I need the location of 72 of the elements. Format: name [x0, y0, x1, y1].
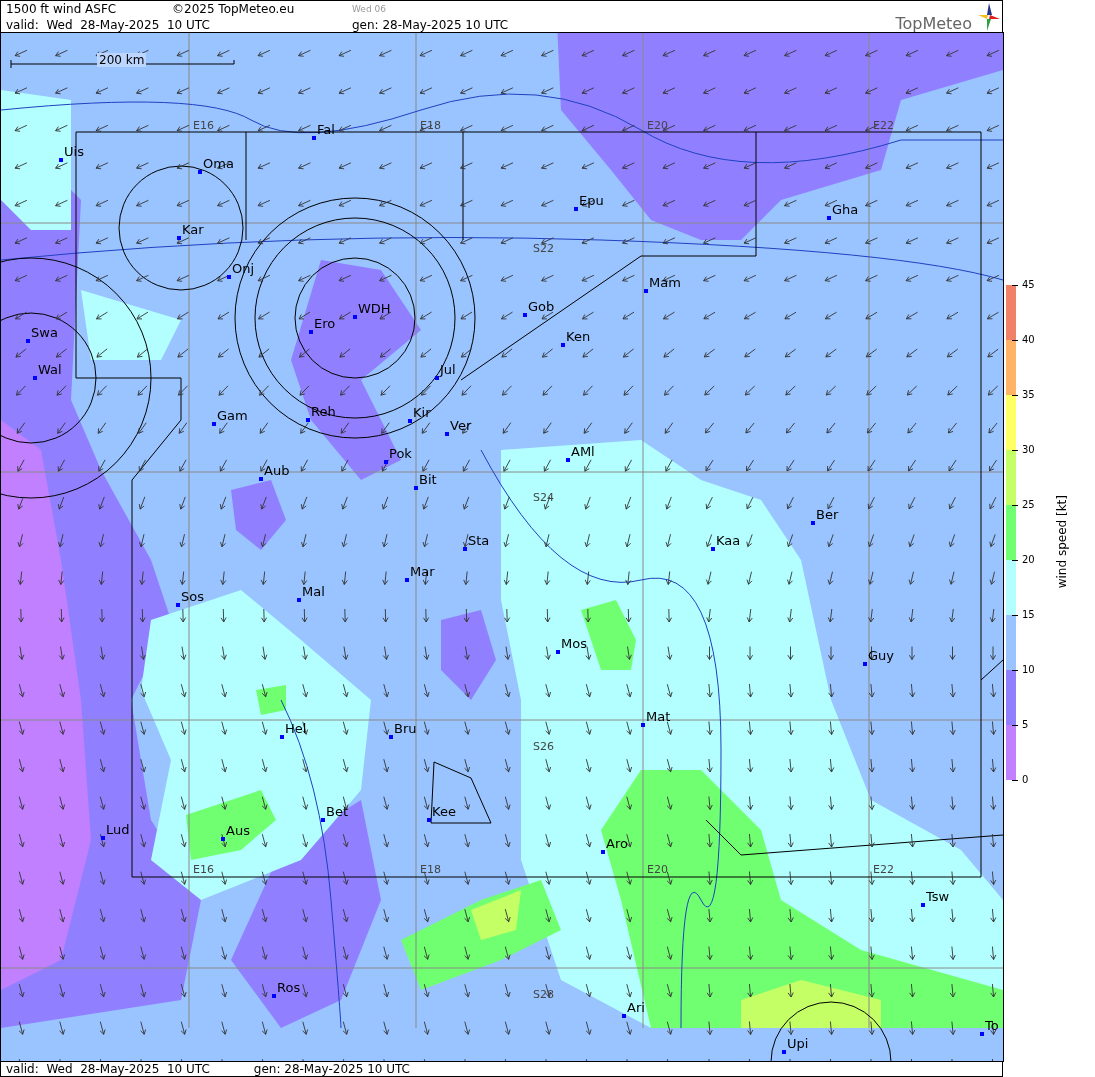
place-label: WDH: [358, 302, 391, 316]
grid-label: E16: [193, 864, 214, 876]
grid-label: E16: [193, 120, 214, 132]
place-label: Aus: [226, 824, 250, 838]
place-label: Mar: [410, 565, 435, 579]
place-label: Ken: [566, 330, 591, 344]
place-label: Lud: [106, 823, 130, 837]
tick-label: 10: [1022, 664, 1035, 676]
place-label: Ver: [450, 419, 472, 433]
tick-label: 25: [1022, 499, 1035, 511]
valid-time: valid: Wed 28-May-2025 10 UTC: [6, 1062, 210, 1076]
place-label: Aro: [606, 837, 628, 851]
place-label: Gam: [217, 409, 248, 423]
generated-time: gen: 28-May-2025 10 UTC: [352, 17, 510, 33]
chart-title: 1500 ft wind ASFC: [6, 1, 118, 17]
grid-label: S28: [533, 989, 554, 1001]
place-label: Ero: [314, 317, 336, 331]
grid-label: E22: [873, 864, 894, 876]
grid-label: E20: [647, 120, 668, 132]
tick-label: 40: [1022, 334, 1035, 346]
place-label: Epu: [579, 194, 604, 208]
tick-label: 45: [1022, 279, 1035, 291]
place-label: Oma: [203, 157, 234, 171]
place-label: Ari: [627, 1001, 645, 1015]
place-label: Jul: [440, 363, 456, 377]
place-label: Tsw: [926, 890, 950, 904]
grid-label: E20: [647, 864, 668, 876]
grid-label: E22: [873, 120, 894, 132]
place-label: AMl: [571, 445, 595, 459]
place-label: Kar: [182, 223, 204, 237]
place-label: Upi: [787, 1037, 809, 1051]
place-label: Kaa: [716, 534, 741, 548]
place-label: Bet: [326, 805, 348, 819]
tick-label: 20: [1022, 554, 1035, 566]
place-label: Hel: [285, 722, 307, 736]
place-label: Sta: [468, 534, 490, 548]
place-label: Gha: [832, 203, 859, 217]
place-label: Swa: [31, 326, 58, 340]
tick-label: 35: [1022, 389, 1035, 401]
place-label: Mos: [561, 637, 587, 651]
legend-title: wind speed [kt]: [1054, 495, 1069, 589]
tick-label: 15: [1022, 609, 1035, 621]
place-label: Ros: [277, 981, 301, 995]
grid-label: S26: [533, 741, 554, 753]
place-label: Onj: [232, 262, 255, 276]
place-label: Kee: [432, 805, 456, 819]
scale-label: 200 km: [97, 53, 147, 67]
place-label: Mam: [649, 276, 681, 290]
place-label: Kir: [413, 406, 431, 420]
copyright-text: ©2025 TopMeteo.eu: [172, 1, 296, 17]
tick-label: 0: [1022, 774, 1029, 786]
valid-time: valid: Wed 28-May-2025 10 UTC: [6, 17, 211, 33]
grid-label: S24: [533, 492, 554, 504]
place-label: Ber: [816, 508, 839, 522]
place-label: Bit: [419, 473, 437, 487]
run-label: Wed 06: [352, 3, 387, 16]
grid-label: S22: [533, 243, 554, 255]
place-label: Gob: [528, 300, 555, 314]
place-label: Uis: [64, 145, 84, 159]
place-label: Bru: [394, 722, 417, 736]
tick-label: 5: [1022, 719, 1029, 731]
tick-label: 30: [1022, 444, 1035, 456]
place-label: Aub: [264, 464, 290, 478]
place-label: Wal: [38, 363, 62, 377]
place-label: Mat: [646, 710, 671, 724]
grid-label: E18: [420, 864, 441, 876]
logo-text: TopMeteo: [895, 13, 972, 33]
generated-time: gen: 28-May-2025 10 UTC: [253, 1062, 410, 1076]
place-label: Mal: [302, 585, 325, 599]
place-label: Sos: [181, 590, 204, 604]
grid-label: E18: [420, 120, 441, 132]
place-label: Pok: [389, 447, 412, 461]
